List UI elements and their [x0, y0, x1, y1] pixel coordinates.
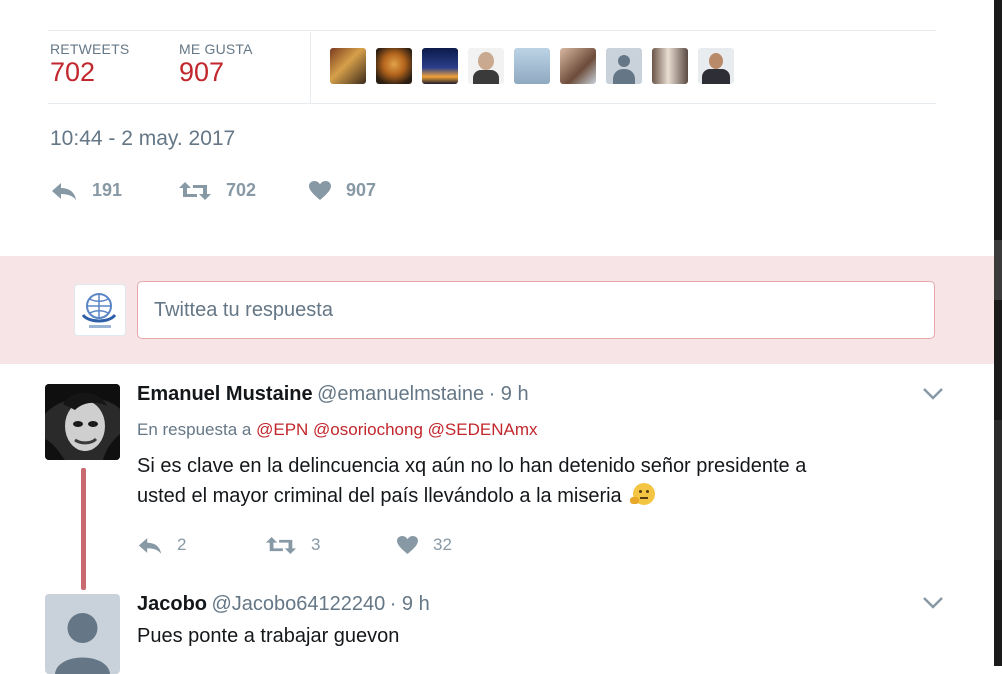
profile-photo: [45, 384, 120, 460]
reply-text-line: Si es clave en la delincuencia xq aún no…: [137, 455, 807, 477]
reply-text: Si es clave en la delincuencia xq aún no…: [137, 451, 806, 511]
author-name[interactable]: Emanuel Mustaine: [137, 383, 313, 405]
author-handle[interactable]: @Jacobo64122240: [211, 593, 385, 615]
liker-avatar-8[interactable]: [652, 48, 688, 84]
tweet-timestamp[interactable]: 10:44 - 2 may. 2017: [50, 127, 235, 151]
like-count: 907: [346, 180, 377, 200]
avatar[interactable]: [45, 384, 120, 460]
tweet-text-fragment: delincuencial: [48, 0, 302, 8]
like-count: 32: [433, 535, 452, 554]
liker-avatar-2[interactable]: [376, 48, 412, 84]
retweet-action[interactable]: 702: [178, 180, 256, 201]
liker-avatar-5[interactable]: [514, 48, 550, 84]
reply-count: 191: [92, 180, 123, 200]
author-handle[interactable]: @emanuelmstaine: [317, 383, 484, 405]
retweets-value: 702: [50, 57, 96, 87]
author-name[interactable]: Jacobo: [137, 593, 207, 615]
reply-text: Pues ponte a trabajar guevon: [137, 625, 400, 647]
retweets-label: RETWEETS: [50, 41, 130, 57]
reply-icon: [138, 537, 162, 554]
person-icon: [55, 613, 110, 674]
retweet-count: 702: [226, 180, 257, 200]
liker-avatars: [330, 48, 734, 84]
likes-stat[interactable]: ME GUSTA 907: [179, 41, 253, 88]
reply-text-line: usted el mayor criminal del país llevánd…: [137, 485, 622, 507]
liker-avatar-4[interactable]: [468, 48, 504, 84]
divider: [48, 30, 936, 31]
reply-count: 2: [177, 535, 187, 554]
window-edge: [994, 0, 1002, 666]
retweet-count: 3: [311, 535, 321, 554]
retweets-stat[interactable]: RETWEETS 702: [50, 41, 129, 88]
stats-separator: [310, 32, 311, 104]
mention-link[interactable]: @osoriochong: [313, 420, 423, 439]
like-action[interactable]: 907: [308, 180, 376, 201]
heart-icon: [309, 181, 331, 200]
likes-label: ME GUSTA: [179, 41, 253, 57]
reply-input[interactable]: Twittea tu respuesta: [137, 281, 935, 339]
thinking-emoji: [630, 483, 656, 505]
retweet-icon: [179, 181, 211, 200]
liker-avatar-1[interactable]: [330, 48, 366, 84]
likes-value: 907: [179, 57, 225, 87]
mention-link[interactable]: @SEDENAmx: [428, 420, 538, 439]
retweet-icon: [265, 536, 297, 554]
retweet-action[interactable]: 3: [265, 535, 320, 555]
reply-time[interactable]: · 9 h: [489, 383, 529, 405]
default-avatar[interactable]: [45, 594, 120, 674]
reply-action[interactable]: 191: [50, 180, 122, 201]
divider: [48, 103, 936, 104]
replying-to: En respuesta a @EPN @osoriochong @SEDENA…: [137, 420, 538, 440]
user-avatar: [74, 284, 126, 336]
reply-action[interactable]: 2: [137, 535, 186, 555]
liker-avatar-6[interactable]: [560, 48, 596, 84]
reply-icon: [52, 182, 76, 200]
replying-prefix: En respuesta a: [137, 420, 252, 439]
liker-avatar-9[interactable]: [698, 48, 734, 84]
reply-header: Emanuel Mustaine @emanuelmstaine · 9 h: [137, 383, 529, 406]
reply-time[interactable]: · 9 h: [390, 593, 430, 615]
globe-logo-icon: [81, 293, 117, 328]
mention-link[interactable]: @EPN: [256, 420, 308, 439]
liker-avatar-3[interactable]: [422, 48, 458, 84]
like-action[interactable]: 32: [396, 535, 452, 555]
thread-connector: [81, 468, 86, 590]
reply-header: Jacobo @Jacobo64122240 · 9 h: [137, 593, 430, 616]
liker-avatar-7[interactable]: [606, 48, 642, 84]
chevron-down-icon[interactable]: [922, 596, 944, 610]
heart-icon: [397, 535, 418, 555]
chevron-down-icon[interactable]: [922, 387, 944, 401]
